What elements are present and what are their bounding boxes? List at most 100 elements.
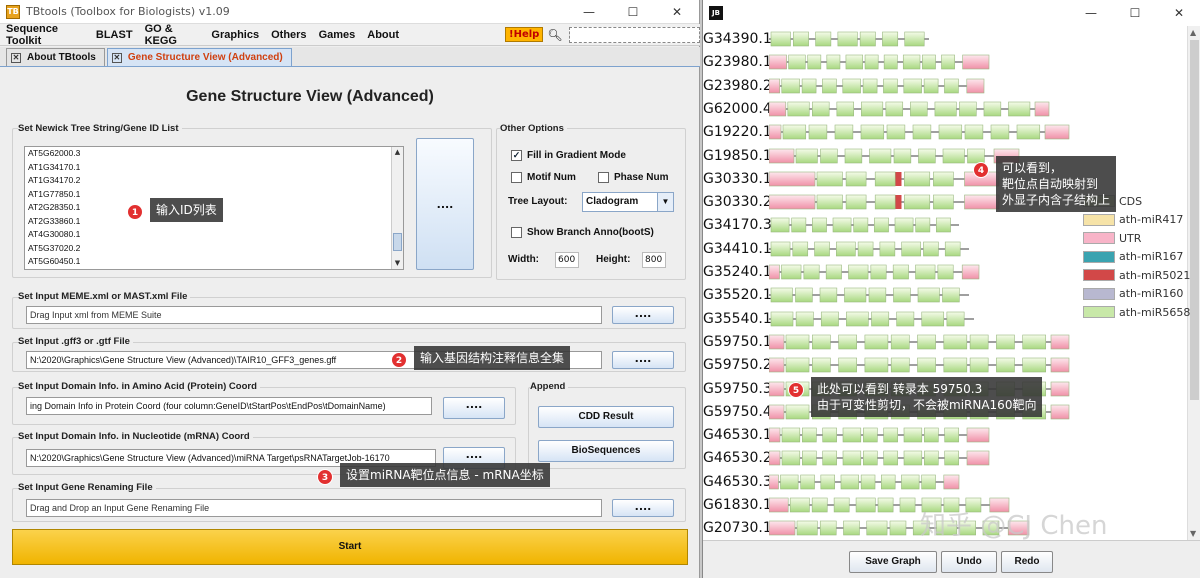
gene-row[interactable]: G19220.1 — [703, 121, 1183, 145]
exon-block — [812, 218, 827, 233]
gene-id-item[interactable]: AT4G30080.1 — [25, 228, 403, 242]
start-button[interactable]: Start — [12, 529, 688, 565]
meme-input[interactable]: Drag Input xml from MEME Suite — [26, 306, 602, 324]
exon-block — [885, 101, 904, 117]
biosequences-button[interactable]: BioSequences — [538, 440, 674, 462]
fill-gradient-checkbox[interactable]: ✓ Fill in Gradient Mode — [511, 150, 626, 161]
utr-block — [1044, 124, 1070, 140]
gene-label: G59750.2 — [703, 357, 772, 374]
utr-block — [962, 54, 990, 70]
height-input[interactable]: 800 — [642, 252, 666, 268]
exon-block — [860, 474, 876, 489]
other-options-label: Other Options — [500, 123, 567, 134]
meme-browse-button[interactable]: .... — [612, 306, 674, 324]
newick-browse-button[interactable]: .... — [416, 138, 474, 270]
search-icon[interactable]: 🔍︎ — [547, 28, 562, 42]
checkbox-checked-icon[interactable]: ✓ — [511, 150, 522, 161]
exon-block — [983, 101, 1002, 117]
exon-block — [819, 520, 837, 536]
exon-block — [902, 54, 921, 70]
exon-block — [770, 241, 791, 256]
gene-row[interactable]: G46530.3 — [703, 471, 1183, 495]
cdd-result-button[interactable]: CDD Result — [538, 406, 674, 428]
minimize-icon[interactable]: — — [567, 0, 611, 24]
search-input[interactable] — [568, 26, 700, 43]
menu-blast[interactable]: BLAST — [90, 29, 139, 41]
tab-close-icon[interactable]: ✕ — [111, 52, 122, 63]
scroll-up-icon[interactable]: ▲ — [392, 147, 403, 158]
renaming-input[interactable]: Drag and Drop an Input Gene Renaming Fil… — [26, 499, 602, 517]
gene-label: G19850.1 — [703, 147, 772, 164]
scroll-down-icon[interactable]: ▼ — [1190, 529, 1196, 538]
gene-id-item[interactable]: AT5G62000.3 — [25, 147, 403, 161]
maximize-icon[interactable]: ☐ — [1113, 1, 1157, 25]
undo-button[interactable]: Undo — [941, 551, 997, 573]
gene-id-item[interactable]: AT1G34170.1 — [25, 161, 403, 175]
maximize-icon[interactable]: ☐ — [611, 0, 655, 24]
gene-row[interactable]: G23980.1 — [703, 51, 1183, 75]
domain-aa-input[interactable]: ing Domain Info in Protein Coord (four c… — [26, 397, 432, 415]
exon-block — [802, 427, 817, 443]
tree-layout-select[interactable]: Cladogram ▼ — [582, 192, 674, 212]
chevron-down-icon[interactable]: ▼ — [657, 193, 673, 211]
tab-gene-structure-view[interactable]: ✕ Gene Structure View (Advanced) — [106, 48, 292, 66]
gene-id-item[interactable]: AT5G60450.1 — [25, 255, 403, 269]
close-icon[interactable]: ✕ — [655, 0, 699, 24]
menu-graphics[interactable]: Graphics — [205, 29, 265, 41]
callout-gff-annotation: 输入基因结构注释信息全集 — [414, 346, 571, 370]
exon-block — [943, 334, 968, 350]
gene-row[interactable]: G62000.4 — [703, 98, 1183, 122]
scroll-down-icon[interactable]: ▼ — [392, 258, 403, 269]
domain-aa-browse-button[interactable]: .... — [443, 397, 505, 419]
id-list-scrollbar[interactable]: ▲ ▼ — [391, 147, 403, 269]
utr-block — [943, 474, 960, 489]
exon-block — [811, 357, 831, 373]
width-label: Width: — [508, 254, 540, 265]
height-label: Height: — [596, 254, 631, 265]
checkbox-icon[interactable] — [598, 172, 609, 183]
gene-row[interactable]: G59750.2 — [703, 354, 1183, 378]
show-branch-checkbox[interactable]: Show Branch Anno(bootS) — [511, 227, 654, 238]
callout-alternative-splicing: 此处可以看到 转录本 59750.3 由于可变性剪切，不会被miRNA160靶向 — [811, 377, 1043, 417]
menu-go-kegg[interactable]: GO & KEGG — [139, 23, 206, 47]
tab-close-icon[interactable]: ✕ — [11, 52, 21, 63]
checkbox-icon[interactable] — [511, 227, 522, 238]
help-button[interactable]: !Help — [505, 27, 544, 42]
minimize-icon[interactable]: — — [1069, 1, 1113, 25]
menu-others[interactable]: Others — [265, 29, 312, 41]
menu-about[interactable]: About — [361, 29, 405, 41]
motif-num-checkbox[interactable]: Motif Num — [511, 172, 576, 183]
gff-browse-button[interactable]: .... — [612, 351, 674, 369]
exon-block — [866, 520, 888, 536]
menu-sequence-toolkit[interactable]: Sequence Toolkit — [0, 23, 90, 47]
gene-label: G46530.2 — [703, 450, 772, 467]
checkbox-icon[interactable] — [511, 172, 522, 183]
gene-row[interactable]: G34390.1 — [703, 28, 1183, 52]
tab-label: Gene Structure View (Advanced) — [127, 52, 283, 63]
gene-structure-track — [769, 78, 985, 93]
exon-block — [890, 357, 910, 373]
gene-row[interactable]: G46530.2 — [703, 447, 1183, 471]
gene-id-item[interactable]: AT5G37020.2 — [25, 242, 403, 256]
tab-about-tbtools[interactable]: ✕ About TBtools — [6, 48, 105, 66]
scroll-up-icon[interactable]: ▲ — [1190, 28, 1196, 37]
width-input[interactable]: 600 — [555, 252, 579, 268]
scroll-thumb[interactable] — [393, 233, 402, 251]
exon-block — [770, 31, 791, 47]
exon-block — [874, 218, 889, 233]
renaming-browse-button[interactable]: .... — [612, 499, 674, 517]
redo-button[interactable]: Redo — [1001, 551, 1053, 573]
gene-row[interactable]: G59750.1 — [703, 331, 1183, 355]
exon-block — [944, 78, 959, 93]
gene-row[interactable]: G46530.1 — [703, 424, 1183, 448]
phase-num-checkbox[interactable]: Phase Num — [598, 172, 668, 183]
gene-id-item[interactable]: AT1G34170.2 — [25, 174, 403, 188]
close-icon[interactable]: ✕ — [1157, 1, 1200, 25]
save-graph-button[interactable]: Save Graph — [849, 551, 937, 573]
utr-block — [1050, 357, 1070, 373]
graph-toolbar: Save Graph Undo Redo — [703, 540, 1200, 578]
exon-block — [796, 520, 818, 536]
menu-games[interactable]: Games — [313, 29, 362, 41]
gene-row[interactable]: G23980.2 — [703, 75, 1183, 99]
exon-block — [1016, 124, 1041, 140]
